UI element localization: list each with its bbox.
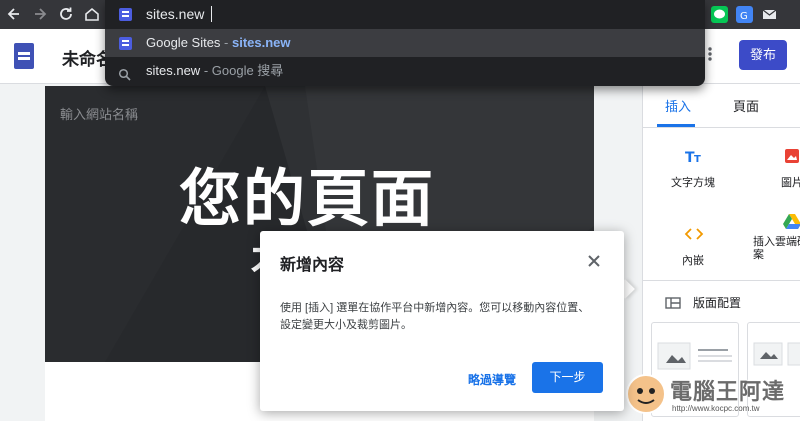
google-drive-icon bbox=[783, 214, 800, 230]
suggestion-source: Google 搜尋 bbox=[211, 63, 284, 78]
layout-icon bbox=[665, 296, 681, 309]
tab-divider bbox=[643, 127, 800, 128]
tile-image[interactable]: 圖片 bbox=[753, 148, 800, 189]
text-cursor bbox=[211, 6, 212, 22]
tab-pages[interactable]: 頁面 bbox=[733, 96, 759, 115]
tour-dialog: 新增內容 使用 [插入] 選單在協作平台中新增內容。您可以移動內容位置、設定變更… bbox=[260, 231, 624, 411]
suggestion-separator: - bbox=[220, 35, 232, 50]
mail-extension-icon[interactable] bbox=[761, 6, 778, 23]
watermark-title: 電腦王阿達 bbox=[670, 379, 786, 404]
address-input[interactable]: sites.new bbox=[146, 6, 204, 22]
google-sites-icon bbox=[119, 8, 132, 21]
skip-tour-button[interactable]: 略過導覽 bbox=[468, 371, 516, 388]
address-bar[interactable]: sites.new bbox=[105, 0, 705, 29]
text-box-icon: TT bbox=[685, 148, 703, 166]
section-divider bbox=[643, 280, 800, 281]
svg-text:T: T bbox=[694, 154, 701, 164]
line-extension-icon[interactable] bbox=[711, 6, 728, 23]
dialog-title: 新增內容 bbox=[280, 257, 345, 274]
suggestion-query: sites.new bbox=[146, 63, 201, 78]
tile-text-box[interactable]: TT 文字方塊 bbox=[653, 148, 733, 189]
home-icon[interactable] bbox=[82, 4, 102, 24]
tab-insert[interactable]: 插入 bbox=[665, 96, 691, 115]
hero-title[interactable]: 您的頁面 bbox=[179, 148, 435, 238]
suggestion-search[interactable]: sites.new - Google 搜尋 bbox=[105, 57, 705, 85]
tile-drive[interactable]: 插入雲端硬碟檔案 bbox=[749, 214, 800, 264]
publish-button[interactable]: 發布 bbox=[739, 40, 787, 70]
close-icon[interactable] bbox=[586, 253, 602, 269]
search-icon bbox=[118, 64, 132, 81]
watermark: 電腦王阿達 http://www.kocpc.com.tw bbox=[626, 370, 800, 421]
tile-label: 圖片 bbox=[781, 177, 800, 189]
site-name-input[interactable]: 輸入網站名稱 bbox=[60, 104, 138, 123]
tile-label: 文字方塊 bbox=[671, 177, 715, 189]
suggestion-url: sites.new bbox=[232, 35, 291, 50]
svg-text:G: G bbox=[740, 11, 748, 22]
tile-embed[interactable]: 內嵌 bbox=[653, 226, 733, 267]
google-sites-logo-icon[interactable] bbox=[14, 43, 34, 69]
layout-section-title: 版面配置 bbox=[693, 296, 742, 310]
more-options-icon[interactable] bbox=[705, 44, 715, 64]
suggestion-separator: - bbox=[200, 63, 212, 78]
google-sites-icon bbox=[119, 37, 132, 50]
forward-arrow-icon[interactable] bbox=[30, 4, 50, 24]
image-icon bbox=[785, 149, 799, 163]
dialog-body: 使用 [插入] 選單在協作平台中新增內容。您可以移動內容位置、設定變更大小及裁剪… bbox=[280, 302, 590, 331]
embed-icon bbox=[684, 226, 704, 242]
mascot-logo-icon bbox=[626, 374, 666, 414]
watermark-url: http://www.kocpc.com.tw bbox=[672, 404, 760, 413]
tile-label: 內嵌 bbox=[682, 255, 704, 267]
back-arrow-icon[interactable] bbox=[4, 4, 24, 24]
tile-label: 插入雲端硬碟檔案 bbox=[753, 236, 800, 261]
translate-extension-icon[interactable]: G bbox=[736, 6, 753, 23]
reload-icon[interactable] bbox=[56, 4, 76, 24]
next-button[interactable]: 下一步 bbox=[532, 362, 603, 393]
suggestion-google-sites[interactable]: Google Sites - sites.new bbox=[105, 29, 705, 57]
omnibox-dropdown: sites.new Google Sites - sites.new sites… bbox=[105, 0, 705, 86]
suggestion-title: Google Sites bbox=[146, 35, 221, 50]
